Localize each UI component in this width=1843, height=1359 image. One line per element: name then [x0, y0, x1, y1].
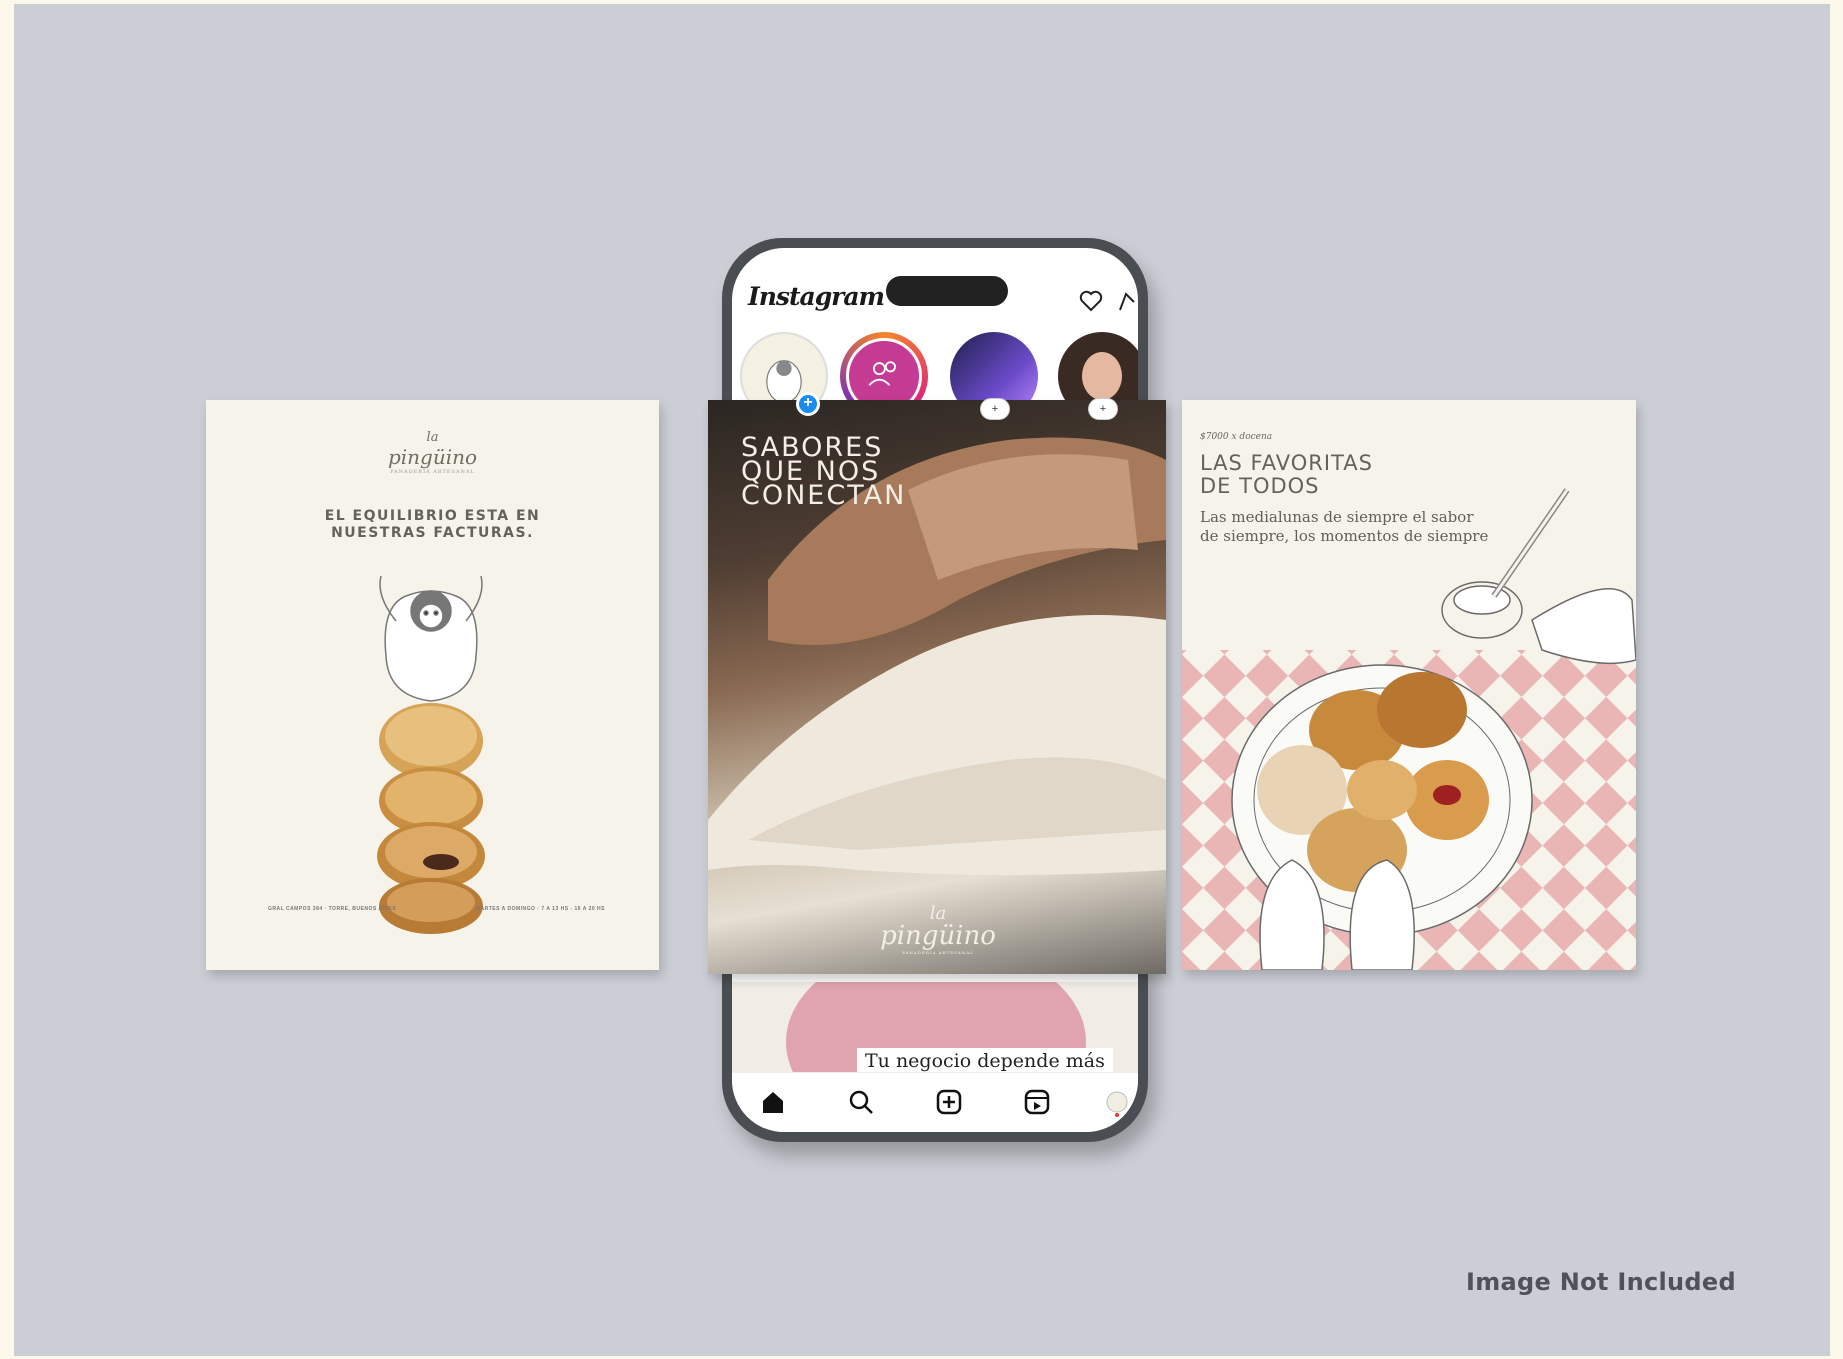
bottom-tab-bar — [732, 1072, 1138, 1132]
donut-stack-icon — [377, 703, 485, 934]
reels-icon[interactable] — [1022, 1087, 1052, 1117]
watermark-text: Image Not Included — [1466, 1268, 1736, 1296]
title-line2: DE TODOS — [1200, 474, 1320, 498]
right-title: LAS FAVORITAS DE TODOS — [1200, 452, 1373, 498]
right-subtitle: Las medialunas de siempre el sabor de si… — [1200, 508, 1500, 546]
right-promo-card: $7000 x docena LAS FAVORITAS DE TODOS La… — [1182, 400, 1636, 970]
logo-tagline: PANADERIA ARTESANAL — [390, 469, 475, 475]
left-promo-card: la pingüino PANADERIA ARTESANAL EL EQUIL… — [206, 400, 659, 970]
add-story-icon[interactable]: + — [796, 392, 820, 416]
post-logo-line2: pingüino — [880, 921, 996, 951]
left-address: GRAL CAMPOS 384 · TORRE, BUENOS AIRES — [268, 906, 397, 912]
price-label: $7000 x docena — [1200, 432, 1273, 442]
hand-icon — [1531, 588, 1636, 665]
next-post-preview[interactable]: Tu negocio depende más — [732, 982, 1138, 1072]
featured-post[interactable]: SABORES QUE NOS CONECTAN la pingüino PAN… — [708, 400, 1166, 974]
subtitle-line2: de siempre, los momentos de siempre — [1200, 527, 1489, 545]
home-icon[interactable] — [758, 1087, 788, 1117]
left-hours: MARTES A DOMINGO · 7 A 13 HS - 16 A 20 H… — [475, 906, 605, 912]
profile-icon[interactable] — [1102, 1087, 1132, 1117]
left-headline: EL EQUILIBRIO ESTA EN NUESTRAS FACTURAS. — [206, 508, 659, 542]
post-logo-line1: la — [929, 903, 947, 924]
title-line1: LAS FAVORITAS — [1200, 451, 1373, 475]
headline-line2: NUESTRAS FACTURAS. — [331, 525, 534, 541]
post-brand-logo: la pingüino PANADERIA ARTESANAL — [868, 903, 1008, 956]
mockup-stage: la pingüino PANADERIA ARTESANAL EL EQUIL… — [14, 4, 1830, 1356]
messenger-icon[interactable] — [1116, 288, 1136, 314]
left-brand-logo: la pingüino PANADERIA ARTESANAL — [206, 430, 659, 475]
subtitle-line1: Las medialunas de siempre el sabor — [1200, 508, 1474, 526]
instagram-logo[interactable]: Instagram — [748, 282, 885, 311]
follow-badge-icon[interactable]: + — [1088, 398, 1118, 420]
penguin-donut-stack-illustration — [377, 575, 485, 934]
logo-line1: la — [426, 430, 439, 445]
next-post-caption: Tu negocio depende más — [857, 1048, 1113, 1072]
search-icon[interactable] — [846, 1087, 876, 1117]
penguin-icon — [379, 575, 483, 702]
dynamic-island — [886, 276, 1008, 306]
post-title: SABORES QUE NOS CONECTAN — [741, 434, 907, 511]
post-title-line3: CONECTAN — [741, 480, 907, 511]
logo-line2: pingüino — [387, 445, 478, 469]
follow-badge-icon[interactable]: + — [980, 398, 1010, 420]
create-icon[interactable] — [934, 1087, 964, 1117]
heart-icon[interactable] — [1078, 288, 1104, 314]
headline-line1: EL EQUILIBRIO ESTA EN — [324, 508, 541, 524]
